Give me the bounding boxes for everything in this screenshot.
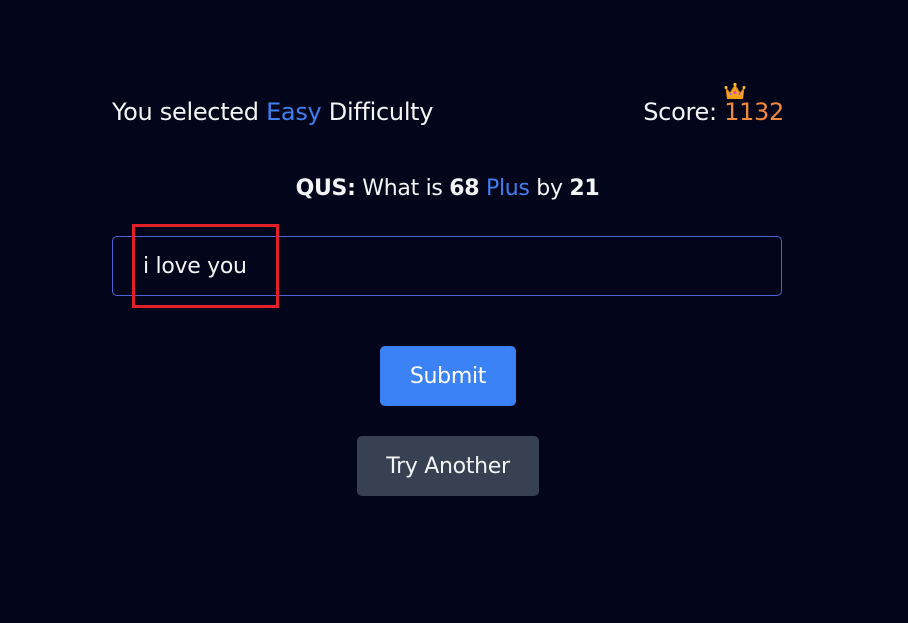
difficulty-value: Easy [266, 98, 322, 126]
difficulty-heading: You selected Easy Difficulty [112, 98, 434, 126]
difficulty-suffix: Difficulty [328, 98, 434, 126]
score-display: Score: 1132 [643, 98, 784, 126]
operand-b: 21 [569, 176, 600, 201]
quiz-screen: You selected Easy Difficulty Score: 1132… [0, 0, 908, 623]
question-middle: by [536, 176, 563, 201]
question-prefix: What is [362, 176, 443, 201]
operand-a: 68 [449, 176, 480, 201]
question-label: QUS: [295, 176, 356, 201]
submit-button[interactable]: Submit [380, 346, 516, 406]
try-another-button[interactable]: Try Another [357, 436, 539, 496]
question-text: QUS: What is 68 Plus by 21 [0, 176, 895, 201]
operation-name: Plus [486, 176, 530, 201]
difficulty-prefix: You selected [112, 98, 259, 126]
score-value: 1132 [724, 98, 784, 126]
score-label: Score: [643, 98, 717, 126]
answer-input[interactable] [112, 236, 782, 296]
